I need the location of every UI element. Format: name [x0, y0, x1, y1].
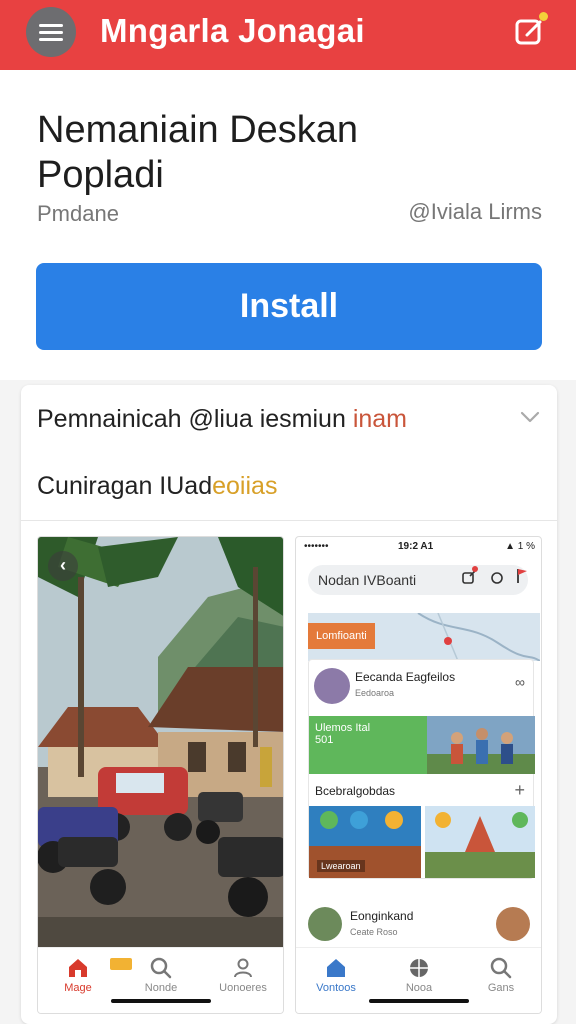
install-button[interactable]: Install: [36, 263, 542, 350]
section-title-highlight: inam: [352, 405, 407, 433]
app-bar-title: Mngarla Jonagai: [100, 12, 365, 49]
nav-item-sports[interactable]: Nooa: [389, 956, 449, 994]
tile-image: [425, 812, 535, 878]
notification-dot: [472, 566, 478, 572]
nav-item-profile[interactable]: Uonoeres: [213, 956, 273, 994]
back-arrow-icon[interactable]: ‹: [48, 551, 78, 581]
home-indicator: [369, 999, 469, 1003]
avatar: [308, 907, 342, 941]
status-bar: ••••••• 19:2 A1 ▲ 1 %: [296, 537, 541, 559]
profile-icon: [234, 958, 252, 978]
circle-icon[interactable]: [490, 571, 504, 585]
section-subtitle-highlight: eoiias: [212, 472, 278, 500]
nav-item-search[interactable]: Gans: [471, 956, 531, 994]
nav-label: Gans: [487, 982, 515, 994]
feed-card[interactable]: Eecanda Eagfeilos Eedoaroa ∞ Ulemos Ital…: [308, 659, 535, 879]
search-icon: [490, 957, 512, 979]
nav-item-search[interactable]: Nonde: [131, 956, 191, 994]
section-title[interactable]: Pemnainicah @liua iesmiun inam: [37, 405, 407, 434]
chevron-down-icon[interactable]: [520, 410, 540, 424]
list-item-title: Eonginkand: [350, 909, 414, 923]
home-indicator: [111, 999, 211, 1003]
section-subtitle-text: Cuniragan IUad: [37, 472, 213, 500]
menu-button[interactable]: [26, 7, 76, 57]
nav-label: Nooa: [405, 982, 433, 994]
screenshot-app-feed[interactable]: ••••••• 19:2 A1 ▲ 1 % Nodan IVBoanti Lom…: [295, 536, 542, 1014]
home-icon: [69, 959, 87, 977]
app-bar: Mngarla Jonagai: [0, 0, 576, 70]
section-title-text: Pemnainicah @liua iesmiun: [37, 405, 353, 433]
nav-item-home[interactable]: Vontoos: [306, 956, 366, 994]
map-preview[interactable]: Lomfioanti: [308, 613, 540, 661]
status-time: 19:2 A1: [398, 541, 434, 552]
home-icon: [327, 959, 345, 977]
nav-label: Uonoeres: [219, 982, 267, 994]
search-icon: [150, 957, 172, 979]
app-title: Nemaniain Deskan Popladi: [37, 109, 359, 196]
promo-banner[interactable]: Ulemos Ital 501: [309, 716, 427, 774]
section-subtitle: Cuniragan IUadeoiias: [37, 472, 277, 501]
feed-author: Eecanda Eagfeilos: [355, 670, 456, 684]
badge-icon: [110, 958, 132, 970]
list-item[interactable]: Eonginkand Ceate Roso: [308, 905, 534, 945]
nav-label: Mage: [64, 982, 92, 994]
more-options-icon[interactable]: ∞: [515, 674, 525, 690]
divider: [21, 520, 557, 521]
battery-indicator: ▲ 1 %: [505, 541, 535, 552]
village-scene-image: [38, 537, 283, 947]
tile-right[interactable]: [425, 806, 535, 878]
banner-text: Ulemos Ital: [315, 722, 371, 734]
people-photo: [427, 716, 535, 774]
notification-dot: [539, 12, 548, 21]
flag-icon[interactable]: [514, 567, 530, 585]
map-tag: Lomfioanti: [308, 623, 375, 649]
list-item-meta: Ceate Roso: [350, 927, 398, 937]
nav-item-home[interactable]: Mage: [48, 956, 108, 994]
avatar: [314, 668, 350, 704]
bottom-nav: Vontoos Nooa Gans: [296, 947, 541, 1013]
developer-name[interactable]: Pmdane: [37, 201, 119, 227]
tile-row: Lwearoan: [309, 806, 535, 878]
feed-meta: Eedoaroa: [355, 688, 395, 698]
rating-info: @Iviala Lirms: [408, 199, 542, 224]
signal-indicator: •••••••: [304, 541, 329, 552]
screenshot-village[interactable]: ‹ Mage Nonde Uonoeres: [37, 536, 284, 1014]
banner-subtext: 501: [315, 734, 334, 746]
sports-ball-icon: [410, 959, 428, 977]
nav-label: Vontoos: [316, 982, 356, 994]
tile-left[interactable]: Lwearoan: [309, 806, 421, 878]
add-icon[interactable]: +: [514, 780, 525, 801]
tile-caption: Lwearoan: [317, 860, 365, 872]
nav-label: Nonde: [144, 982, 178, 994]
feed-section-title: Bcebralgobdas: [315, 784, 396, 798]
thumbnail: [496, 907, 530, 941]
bottom-nav: Mage Nonde Uonoeres: [38, 947, 283, 1013]
